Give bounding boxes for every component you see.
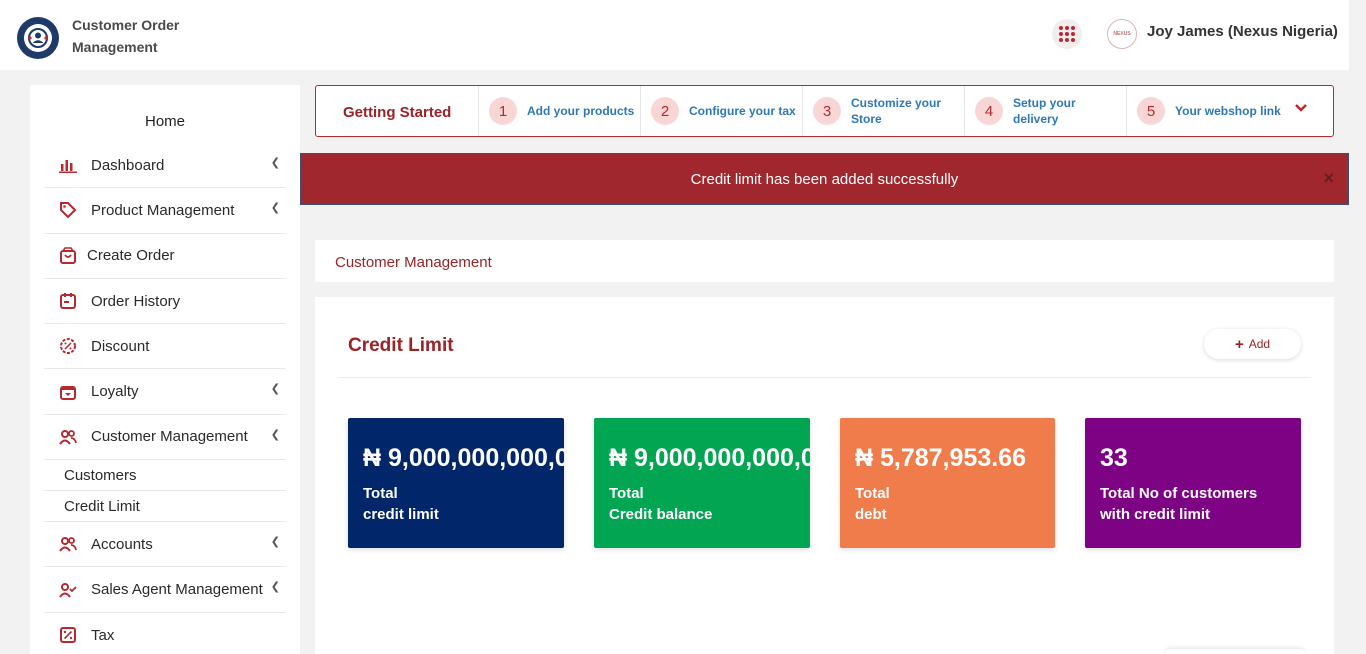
stat-label-line: Credit balance xyxy=(609,506,713,523)
sidebar-item-label: Order History xyxy=(91,292,181,310)
sidebar-item-label: Product Management xyxy=(91,201,235,219)
tag-icon xyxy=(58,200,78,220)
add-button-label: Add xyxy=(1248,337,1271,351)
calendar-icon xyxy=(58,291,78,311)
step-number: 3 xyxy=(813,97,841,125)
chevron-left-icon[interactable]: ❮ xyxy=(271,382,280,395)
stat-label: Total Credit balance xyxy=(609,483,712,525)
sidebar-item-loyalty[interactable]: Loyalty ❮ xyxy=(44,369,286,415)
step-label: Add your products xyxy=(527,104,635,118)
add-button[interactable]: + Add xyxy=(1204,329,1301,359)
stat-label-line: debt xyxy=(855,506,887,523)
user-name[interactable]: Joy James (Nexus Nigeria) xyxy=(1147,23,1338,40)
sidebar-subitem-credit-limit[interactable]: Credit Limit xyxy=(44,491,286,523)
page-title: Credit Limit xyxy=(348,335,454,356)
percent-badge-icon xyxy=(58,336,78,356)
sidebar-item-label: Accounts xyxy=(91,535,153,553)
gift-box-icon xyxy=(58,382,78,402)
step-configure-tax[interactable]: 2 Configure your tax xyxy=(640,86,802,136)
top-header: Customer Order Management NEXUS Joy Jame… xyxy=(0,0,1349,70)
chevron-left-icon[interactable]: ❮ xyxy=(271,156,280,169)
stat-label-line: Total xyxy=(855,485,890,502)
stat-label: Total No of customers with credit limit xyxy=(1100,483,1257,525)
breadcrumb-panel: Customer Management xyxy=(315,240,1334,282)
step-add-products[interactable]: 1 Add your products xyxy=(478,86,640,136)
sidebar-item-label: Dashboard xyxy=(91,156,165,174)
stat-value: ₦ 5,787,953.66 xyxy=(855,444,1026,472)
step-number: 1 xyxy=(489,97,517,125)
getting-started-title: Getting Started xyxy=(343,104,452,121)
step-label: Your webshop link xyxy=(1175,104,1281,118)
chevron-down-icon[interactable] xyxy=(1294,101,1308,119)
apps-grid-icon[interactable] xyxy=(1052,19,1082,49)
chevron-left-icon[interactable]: ❮ xyxy=(271,428,280,441)
stat-label-line: credit limit xyxy=(363,506,439,523)
sidebar-item-customer-management[interactable]: Customer Management ❮ xyxy=(44,415,286,461)
sidebar-item-product-management[interactable]: Product Management ❮ xyxy=(44,188,286,234)
sidebar-item-discount[interactable]: Discount xyxy=(44,324,286,370)
stat-total-customers-with-credit-limit: 33 Total No of customers with credit lim… xyxy=(1085,418,1301,548)
sidebar-item-sales-agent-management[interactable]: Sales Agent Management ❮ xyxy=(44,567,286,613)
sidebar: Home Dashboard ❮ Product Management ❮ Cr… xyxy=(30,85,300,654)
stat-label-line: Total No of customers xyxy=(1100,485,1258,502)
stat-label-line: Total xyxy=(363,485,398,502)
getting-started-bar: Getting Started 1 Add your products 2 Co… xyxy=(315,85,1334,137)
stat-label: Total debt xyxy=(855,483,890,525)
stat-label-line: Total xyxy=(609,485,644,502)
shopping-bag-icon xyxy=(58,246,78,266)
stat-total-debt: ₦ 5,787,953.66 Total debt xyxy=(840,418,1055,548)
step-label: Configure your tax xyxy=(689,104,796,118)
sidebar-item-label: Tax xyxy=(91,626,115,644)
close-icon[interactable]: × xyxy=(1323,168,1334,189)
bar-chart-icon xyxy=(58,155,78,175)
stat-value: 33 xyxy=(1100,444,1128,472)
stat-value: ₦ 9,000,000,000,000.00 xyxy=(609,444,810,472)
partial-card-edge xyxy=(1165,649,1305,654)
stat-total-credit-balance: ₦ 9,000,000,000,000.00 Total Credit bala… xyxy=(594,418,810,548)
sidebar-item-accounts[interactable]: Accounts ❮ xyxy=(44,522,286,568)
divider xyxy=(338,377,1311,378)
user-check-icon xyxy=(58,580,78,600)
step-webshop-link[interactable]: 5 Your webshop link xyxy=(1126,86,1286,136)
step-setup-delivery[interactable]: 4 Setup your delivery xyxy=(964,86,1126,136)
sidebar-item-order-history[interactable]: Order History xyxy=(44,279,286,325)
stat-value: ₦ 9,000,000,000,000.00 xyxy=(363,444,564,472)
alert-message: Credit limit has been added successfully xyxy=(690,170,959,188)
sidebar-item-label: Discount xyxy=(91,337,150,355)
credit-limit-card: Credit Limit + Add ₦ 9,000,000,000,000.0… xyxy=(315,297,1334,654)
app-title: Customer Order Management xyxy=(72,17,180,55)
users-icon xyxy=(58,427,78,447)
sidebar-item-tax[interactable]: Tax xyxy=(44,613,286,654)
breadcrumb[interactable]: Customer Management xyxy=(335,254,492,271)
tax-percent-icon xyxy=(58,625,78,645)
step-number: 5 xyxy=(1137,97,1165,125)
step-number: 2 xyxy=(651,97,679,125)
sidebar-item-label: Sales Agent Management xyxy=(91,581,263,599)
sidebar-item-home[interactable]: Home xyxy=(30,113,300,130)
stat-total-credit-limit: ₦ 9,000,000,000,000.00 Total credit limi… xyxy=(348,418,564,548)
success-alert: Credit limit has been added successfully… xyxy=(300,153,1349,205)
sidebar-item-create-order[interactable]: Create Order xyxy=(44,234,286,279)
step-customize-store[interactable]: 3 Customize your Store xyxy=(802,86,964,136)
plus-icon: + xyxy=(1234,335,1244,353)
chevron-left-icon[interactable]: ❮ xyxy=(271,201,280,214)
app-logo[interactable] xyxy=(17,17,59,59)
sidebar-subitem-customers[interactable]: Customers xyxy=(44,460,286,492)
stat-label-line: with credit limit xyxy=(1100,506,1211,523)
chevron-left-icon[interactable]: ❮ xyxy=(271,535,280,548)
avatar[interactable]: NEXUS xyxy=(1107,19,1137,49)
stat-label: Total credit limit xyxy=(363,483,439,525)
chevron-left-icon[interactable]: ❮ xyxy=(271,580,280,593)
sidebar-item-label: Loyalty xyxy=(91,383,139,401)
sidebar-item-label: Create Order xyxy=(87,247,175,265)
users-icon xyxy=(58,534,78,554)
step-number: 4 xyxy=(975,97,1003,125)
step-label: Customize your Store xyxy=(851,96,942,126)
sidebar-item-label: Customer Management xyxy=(91,428,248,446)
page-scrollbar[interactable] xyxy=(1349,0,1366,654)
step-label: Setup your delivery xyxy=(1013,96,1076,126)
sidebar-item-dashboard[interactable]: Dashboard ❮ xyxy=(44,143,286,189)
